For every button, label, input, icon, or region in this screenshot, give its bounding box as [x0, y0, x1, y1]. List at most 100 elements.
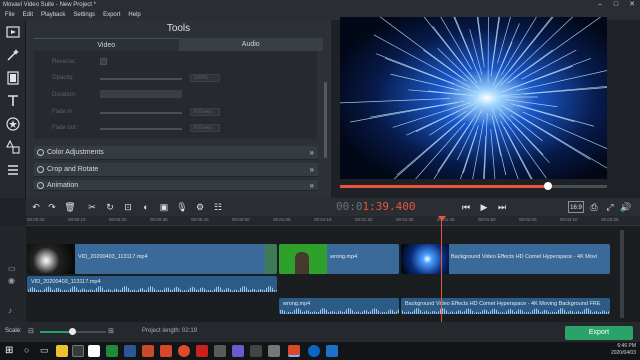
hyperspace-frame: [340, 17, 607, 179]
maximize-icon[interactable]: □: [608, 0, 624, 10]
magic-wand-icon[interactable]: [0, 43, 26, 66]
playhead-handle[interactable]: [438, 216, 446, 221]
word-icon[interactable]: [124, 345, 136, 357]
video-clip-3[interactable]: Background Video Effects HD Comet Hypers…: [401, 244, 610, 274]
zoom-out-icon[interactable]: ⊟: [28, 327, 34, 335]
crop-icon[interactable]: ⊡: [122, 201, 134, 213]
app-icon-5[interactable]: [268, 345, 280, 357]
section-color-adjustments[interactable]: Color Adjustments »: [34, 146, 318, 160]
section-crop-rotate[interactable]: Crop and Rotate »: [34, 163, 318, 177]
ruler-tick-label: 00:00:20: [109, 217, 127, 222]
tab-audio[interactable]: Audio: [178, 38, 323, 51]
app-icon[interactable]: [88, 345, 100, 357]
volume-icon[interactable]: 🔊: [620, 201, 632, 213]
app-icon-3[interactable]: [232, 345, 244, 357]
section-animation[interactable]: Animation »: [34, 180, 318, 191]
opacity-slider[interactable]: [100, 78, 182, 80]
menu-settings[interactable]: Settings: [73, 10, 95, 20]
fade-in-value[interactable]: 0.0 sec.: [190, 108, 220, 116]
eye-icon[interactable]: ◉: [8, 276, 15, 285]
video-clip-small[interactable]: [265, 244, 277, 274]
play-icon[interactable]: ▶: [478, 201, 490, 213]
titles-icon[interactable]: [0, 89, 26, 112]
cut-icon[interactable]: ✂: [86, 201, 98, 213]
opacity-value[interactable]: 100%: [190, 74, 220, 82]
video-preview[interactable]: [340, 17, 607, 179]
section-label: Crop and Rotate: [47, 166, 99, 173]
stickers-icon[interactable]: [0, 112, 26, 135]
aspect-ratio-button[interactable]: 16:9: [568, 201, 584, 213]
chrome-icon[interactable]: [178, 345, 190, 357]
filters-icon[interactable]: [0, 66, 26, 89]
ruler-tick-label: 00:02:00: [519, 217, 537, 222]
skip-forward-icon[interactable]: ⏭: [496, 201, 508, 213]
powerpoint-icon[interactable]: [142, 345, 154, 357]
app-icon-2[interactable]: [214, 345, 226, 357]
movavi-icon[interactable]: [288, 345, 300, 357]
scrubber-handle[interactable]: [544, 182, 553, 190]
app-icon-6[interactable]: [326, 345, 338, 357]
fade-out-slider[interactable]: [100, 128, 182, 130]
skip-back-icon[interactable]: ⏮: [460, 201, 472, 213]
radio-icon: [37, 149, 44, 156]
task-view-icon[interactable]: ▭: [40, 345, 49, 356]
duration-field[interactable]: [100, 90, 182, 98]
chevron-right-icon: »: [309, 165, 314, 174]
playback-scrubber[interactable]: [340, 182, 607, 190]
tab-video[interactable]: Video: [34, 38, 179, 51]
ruler-tick-label: 00:00:00: [27, 217, 45, 222]
opera-icon[interactable]: [196, 345, 208, 357]
tools-scrollbar[interactable]: [324, 82, 327, 158]
excel-icon[interactable]: [106, 345, 118, 357]
video-properties: Reverse: Opacity: 100% Duration: Fade in…: [34, 51, 317, 139]
app-icon-4[interactable]: [250, 345, 262, 357]
import-icon[interactable]: [0, 20, 26, 43]
snapshot-icon[interactable]: ⎙: [588, 201, 600, 213]
search-icon[interactable]: ○: [24, 345, 29, 355]
menu-edit[interactable]: Edit: [23, 10, 33, 20]
office-icon[interactable]: [160, 345, 172, 357]
menu-export[interactable]: Export: [103, 10, 120, 20]
scale-slider[interactable]: [40, 328, 106, 335]
transitions-icon[interactable]: [0, 135, 26, 158]
redo-icon[interactable]: ↷: [46, 201, 58, 213]
timeline-ruler[interactable]: 00:00:00 00:00:10 00:00:20 00:00:30 00:00:40…: [26, 216, 640, 226]
color-icon[interactable]: ◐: [140, 201, 152, 213]
scrubber-progress: [340, 185, 549, 188]
scale-slider-handle[interactable]: [69, 328, 76, 335]
system-tray[interactable]: 6:46 PM 2020/04/03: [611, 343, 636, 357]
playhead[interactable]: [441, 216, 442, 322]
menu-help[interactable]: Help: [128, 10, 140, 20]
equalizer-icon[interactable]: ☷: [212, 201, 224, 213]
close-icon[interactable]: ✕: [624, 0, 640, 10]
ruler-tick-label: 00:01:10: [314, 217, 332, 222]
store-icon[interactable]: [72, 345, 84, 357]
fullscreen-icon[interactable]: ⤢: [604, 201, 616, 213]
audio-clip-3[interactable]: Background Video Effects HD Comet Hypers…: [401, 298, 610, 314]
microphone-icon[interactable]: 🎙: [176, 201, 188, 213]
more-icon[interactable]: [0, 158, 26, 181]
fade-out-value[interactable]: 0.0 sec.: [190, 124, 220, 132]
delete-icon[interactable]: 🗑: [64, 201, 76, 213]
ruler-tick-label: 00:01:00: [273, 217, 291, 222]
edge-icon[interactable]: [308, 345, 320, 357]
rotate-icon[interactable]: ↻: [104, 201, 116, 213]
timeline-scrollbar[interactable]: [620, 230, 624, 318]
fade-in-slider[interactable]: [100, 112, 182, 114]
menu-playback[interactable]: Playback: [41, 10, 65, 20]
image-icon[interactable]: ▣: [158, 201, 170, 213]
undo-icon[interactable]: ↶: [30, 201, 42, 213]
reverse-checkbox[interactable]: [100, 58, 107, 65]
audio-clip-2[interactable]: wrong.mp4: [279, 298, 399, 314]
menu-file[interactable]: File: [5, 10, 15, 20]
windows-start-icon[interactable]: ⊞: [5, 345, 13, 356]
settings-icon[interactable]: ⚙: [194, 201, 206, 213]
clip-thumbnail: [27, 244, 75, 274]
audio-clip-1[interactable]: VID_20200403_113117.mp4: [27, 276, 277, 292]
video-clip-2[interactable]: wrong.mp4: [279, 244, 399, 274]
file-explorer-icon[interactable]: [56, 345, 68, 357]
minimize-icon[interactable]: –: [592, 0, 608, 10]
zoom-in-icon[interactable]: ⊞: [108, 327, 114, 335]
export-button[interactable]: Export: [565, 326, 633, 340]
video-clip-1[interactable]: VID_20200403_113117.mp4: [27, 244, 273, 274]
